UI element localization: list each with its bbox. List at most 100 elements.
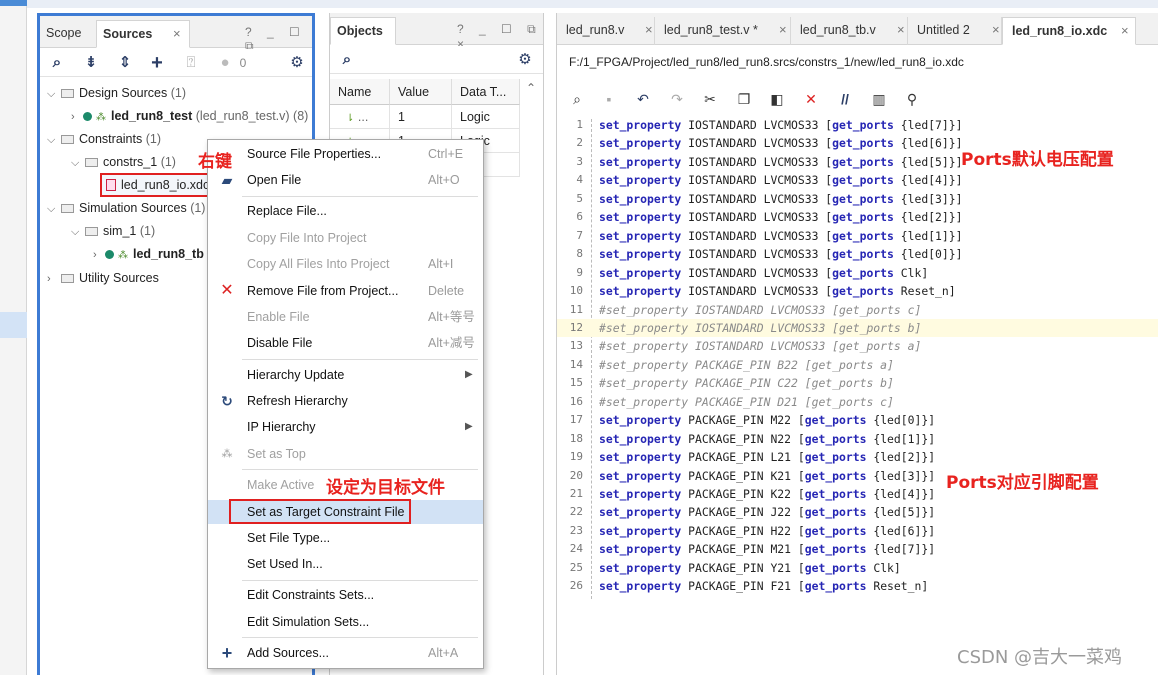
- tree-item-simulation-sources[interactable]: ⌵ Simulation Sources (1): [47, 197, 205, 219]
- close-icon[interactable]: ×: [897, 17, 905, 43]
- chevron-right-icon[interactable]: ›: [47, 268, 59, 290]
- code-line[interactable]: 24 set_property PACKAGE_PIN M21 [get_port…: [557, 540, 1158, 558]
- expand-all-icon[interactable]: ⇕: [116, 54, 134, 72]
- code-line[interactable]: 26 set_property PACKAGE_PIN F21 [get_port…: [557, 577, 1158, 595]
- menu-item-disable-file[interactable]: Disable File Alt+减号: [208, 331, 483, 355]
- column-header-data-type[interactable]: Data T...: [452, 79, 520, 105]
- add-icon[interactable]: +: [148, 53, 166, 73]
- tree-item-led-run8-io-xdc[interactable]: led_run8_io.xdc: [100, 173, 216, 197]
- tab-led-run8-test-v[interactable]: led_run8_test.v * ×: [655, 17, 791, 45]
- code-line[interactable]: 17 set_property PACKAGE_PIN M22 [get_port…: [557, 411, 1158, 429]
- chevron-down-icon[interactable]: ⌵: [71, 152, 83, 174]
- close-icon[interactable]: ×: [173, 21, 181, 47]
- code-comment: #set_property PACKAGE_PIN C22 [get_ports…: [599, 376, 894, 391]
- columns-icon[interactable]: ▥: [869, 89, 889, 109]
- comment-icon[interactable]: //: [835, 89, 855, 109]
- code-line[interactable]: 14 #set_property PACKAGE_PIN B22 [get_por…: [557, 356, 1158, 374]
- menu-item-replace-file[interactable]: Replace File...: [208, 199, 483, 223]
- tree-item-constraints[interactable]: ⌵ Constraints (1): [47, 128, 161, 150]
- code-line[interactable]: 1 set_property IOSTANDARD LVCMOS33 [get_p…: [557, 116, 1158, 134]
- delete-icon[interactable]: ✕: [801, 89, 821, 109]
- menu-item-set-as-top[interactable]: ⁂ Set as Top: [208, 442, 483, 466]
- code-line[interactable]: 16 #set_property PACKAGE_PIN D21 [get_por…: [557, 393, 1158, 411]
- tree-item-utility-sources[interactable]: › Utility Sources: [47, 267, 159, 289]
- code-line[interactable]: 9 set_property IOSTANDARD LVCMOS33 [get_p…: [557, 264, 1158, 282]
- chevron-down-icon[interactable]: ⌵: [71, 221, 83, 243]
- chevron-right-icon[interactable]: ›: [93, 244, 105, 266]
- chevron-down-icon[interactable]: ⌵: [47, 129, 59, 151]
- close-icon[interactable]: ×: [645, 17, 653, 43]
- tab-led-run8-v[interactable]: led_run8.v ×: [557, 17, 655, 45]
- code-text: #set_property IOSTANDARD LVCMOS33 [get_p…: [599, 337, 921, 355]
- chevron-right-icon[interactable]: ›: [71, 106, 83, 128]
- menu-item-remove-file[interactable]: ✕ Remove File from Project... Delete: [208, 279, 483, 303]
- collapse-all-icon[interactable]: ⇟: [82, 54, 100, 72]
- code-line[interactable]: 8 set_property IOSTANDARD LVCMOS33 [get_p…: [557, 245, 1158, 263]
- gutter-selected-item[interactable]: [0, 312, 27, 338]
- redo-icon[interactable]: ↷: [667, 89, 687, 109]
- menu-item-enable-file[interactable]: Enable File Alt+等号: [208, 305, 483, 329]
- chevron-down-icon[interactable]: ⌵: [47, 83, 59, 105]
- code-line[interactable]: 22 set_property PACKAGE_PIN J22 [get_port…: [557, 503, 1158, 521]
- code-line[interactable]: 7 set_property IOSTANDARD LVCMOS33 [get_p…: [557, 227, 1158, 245]
- code-text: #set_property IOSTANDARD LVCMOS33 [get_p…: [599, 319, 921, 337]
- tree-item-constrs-1[interactable]: ⌵ constrs_1 (1): [71, 151, 176, 173]
- gear-icon[interactable]: ⚙: [288, 54, 306, 72]
- menu-item-copy-all-files[interactable]: Copy All Files Into Project Alt+I: [208, 252, 483, 276]
- code-line[interactable]: 19 set_property PACKAGE_PIN L21 [get_port…: [557, 448, 1158, 466]
- code-line[interactable]: 10 set_property IOSTANDARD LVCMOS33 [get_…: [557, 282, 1158, 300]
- menu-item-set-used-in[interactable]: Set Used In...: [208, 552, 483, 576]
- close-icon[interactable]: ×: [1121, 18, 1129, 44]
- object-row-name[interactable]: ⇂ ...: [330, 105, 390, 129]
- code-line[interactable]: 13 #set_property IOSTANDARD LVCMOS33 [get…: [557, 337, 1158, 355]
- menu-item-set-file-type[interactable]: Set File Type...: [208, 526, 483, 550]
- menu-item-source-file-properties[interactable]: Source File Properties... Ctrl+E: [208, 142, 483, 166]
- tree-item-sim-1[interactable]: ⌵ sim_1 (1): [71, 220, 155, 242]
- column-header-name[interactable]: Name: [330, 79, 390, 105]
- tab-scope[interactable]: Scope: [40, 20, 94, 48]
- code-line[interactable]: 15 #set_property PACKAGE_PIN C22 [get_por…: [557, 374, 1158, 392]
- code-line[interactable]: 6 set_property IOSTANDARD LVCMOS33 [get_p…: [557, 208, 1158, 226]
- gear-icon[interactable]: ⚙: [516, 51, 534, 69]
- menu-item-copy-file-into-project[interactable]: Copy File Into Project: [208, 226, 483, 250]
- save-icon[interactable]: ▪: [599, 89, 619, 109]
- tab-objects[interactable]: Objects: [330, 17, 396, 45]
- tab-untitled-2[interactable]: Untitled 2 ×: [908, 17, 1002, 45]
- tab-led-run8-tb-v[interactable]: led_run8_tb.v ×: [791, 17, 908, 45]
- properties-icon[interactable]: ⍰: [182, 54, 200, 72]
- close-icon[interactable]: ×: [992, 17, 1000, 43]
- cut-icon[interactable]: ✂: [700, 89, 720, 109]
- lightbulb-icon[interactable]: ⚲: [902, 89, 922, 109]
- code-line[interactable]: 18 set_property PACKAGE_PIN N22 [get_port…: [557, 430, 1158, 448]
- tab-sources[interactable]: Sources ×: [96, 20, 190, 48]
- code-line[interactable]: 12 #set_property IOSTANDARD LVCMOS33 [get…: [557, 318, 1158, 338]
- search-icon[interactable]: ⌕: [338, 51, 356, 69]
- chevron-down-icon[interactable]: ⌵: [47, 198, 59, 220]
- menu-item-refresh-hierarchy[interactable]: ↻ Refresh Hierarchy: [208, 389, 483, 413]
- code-line[interactable]: 4 set_property IOSTANDARD LVCMOS33 [get_p…: [557, 171, 1158, 189]
- code-text: set_property PACKAGE_PIN L21 [get_ports …: [599, 448, 935, 466]
- paste-icon[interactable]: ◧: [767, 89, 787, 109]
- menu-item-edit-simulation-sets[interactable]: Edit Simulation Sets...: [208, 610, 483, 634]
- code-line[interactable]: 11 #set_property IOSTANDARD LVCMOS33 [get…: [557, 301, 1158, 319]
- menu-item-ip-hierarchy[interactable]: IP Hierarchy ▶: [208, 415, 483, 439]
- tree-item-led-run8-tb[interactable]: › ⁂ led_run8_tb: [93, 243, 204, 265]
- code-line[interactable]: 23 set_property PACKAGE_PIN H22 [get_port…: [557, 522, 1158, 540]
- menu-item-edit-constraints-sets[interactable]: Edit Constraints Sets...: [208, 583, 483, 607]
- code-line[interactable]: 25 set_property PACKAGE_PIN Y21 [get_port…: [557, 559, 1158, 577]
- scroll-up-icon[interactable]: ⌃: [526, 81, 536, 95]
- search-icon[interactable]: ⌕: [567, 89, 587, 109]
- search-icon[interactable]: ⌕: [48, 54, 66, 72]
- tree-item-led-run8-test[interactable]: › ⁂ led_run8_test (led_run8_test.v) (8): [71, 105, 308, 127]
- menu-item-open-file[interactable]: ▰ Open File Alt+O: [208, 168, 483, 192]
- tree-item-design-sources[interactable]: ⌵ Design Sources (1): [47, 82, 186, 104]
- code-line[interactable]: 5 set_property IOSTANDARD LVCMOS33 [get_p…: [557, 190, 1158, 208]
- column-header-value[interactable]: Value: [390, 79, 452, 105]
- undo-icon[interactable]: ↶: [633, 89, 653, 109]
- tab-led-run8-io-xdc[interactable]: led_run8_io.xdc ×: [1002, 17, 1136, 45]
- menu-item-add-sources[interactable]: + Add Sources... Alt+A: [208, 641, 483, 665]
- close-icon[interactable]: ×: [779, 17, 787, 43]
- copy-icon[interactable]: ❐: [734, 89, 754, 109]
- menu-item-hierarchy-update[interactable]: Hierarchy Update ▶: [208, 363, 483, 387]
- code-keyword: set_property: [599, 487, 682, 501]
